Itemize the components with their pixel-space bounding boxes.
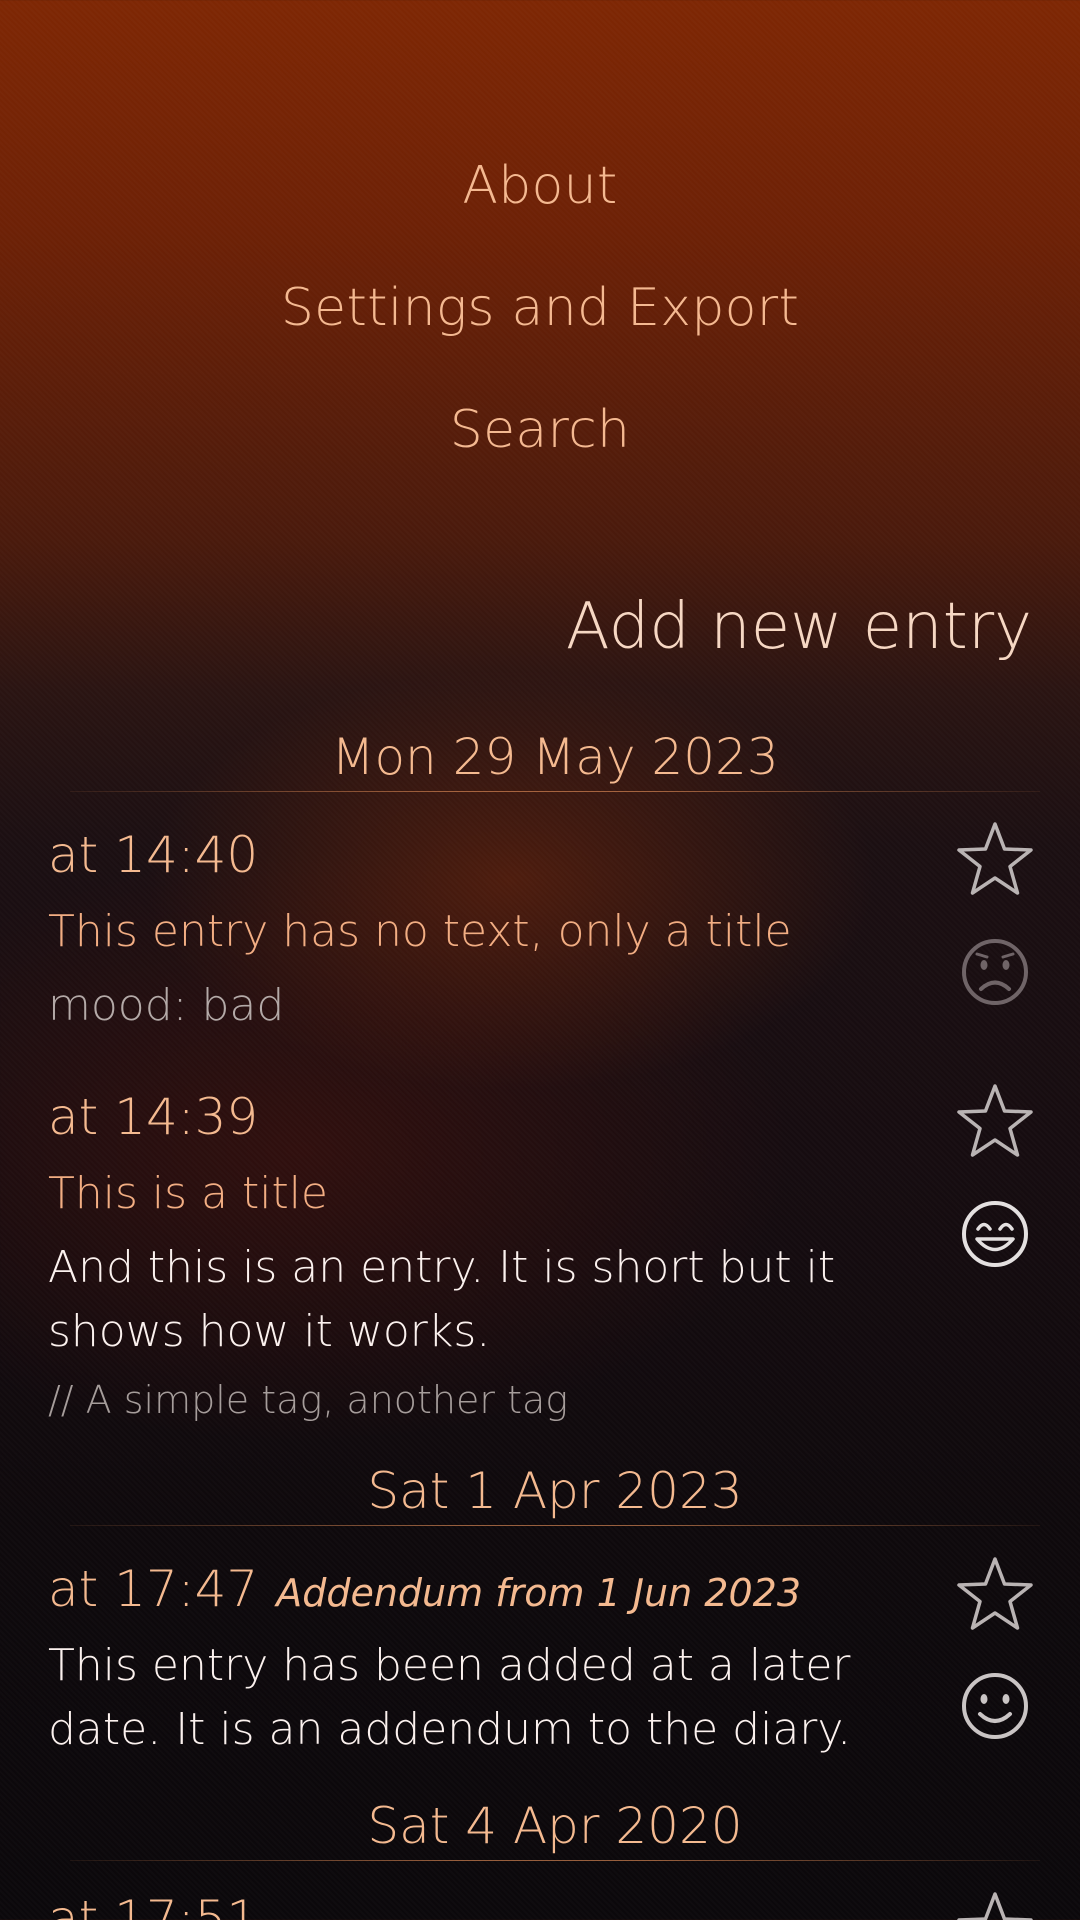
star-outline-icon[interactable]	[953, 1553, 1037, 1637]
mood-happy-icon	[953, 1192, 1037, 1276]
entry-time: at 14:39	[48, 1088, 259, 1146]
mood-good-icon	[953, 1664, 1037, 1748]
section-date-header: Sat 1 Apr 2023	[367, 1462, 743, 1520]
entry-time-row: at 17:47 Addendum from 1 Jun 2023	[48, 1560, 801, 1618]
mood-bad-icon	[953, 930, 1037, 1014]
menu-item-settings-and-export[interactable]: Settings and Export	[0, 278, 1080, 338]
entry-body: This entry has been added at a later dat…	[48, 1640, 852, 1755]
entry-mood-text: mood: bad	[48, 980, 285, 1031]
star-outline-icon[interactable]	[953, 1080, 1037, 1164]
entry-tags: // A simple tag, another tag	[48, 1378, 569, 1422]
menu-item-about[interactable]: About	[0, 156, 1080, 216]
entry-addendum-note: Addendum from 1 Jun 2023	[276, 1571, 801, 1615]
section-divider	[70, 1860, 1040, 1861]
menu-item-search[interactable]: Search	[0, 400, 1080, 460]
star-outline-icon[interactable]	[953, 818, 1037, 902]
entry-time: at 17:47	[48, 1560, 259, 1618]
entry-title: This is a title	[48, 1168, 329, 1219]
section-divider	[70, 791, 1040, 792]
star-outline-icon[interactable]	[953, 1888, 1037, 1920]
entry-body: And this is an entry. It is short but it…	[48, 1242, 836, 1357]
section-divider	[70, 1525, 1040, 1526]
add-new-entry-button[interactable]: Add new entry	[566, 590, 1032, 664]
entry-time: at 14:40	[48, 826, 259, 884]
entry-title: This entry has no text, only a title	[48, 906, 792, 957]
section-date-header: Sat 4 Apr 2020	[367, 1797, 743, 1855]
section-date-header: Mon 29 May 2023	[331, 728, 779, 786]
entry-time: at 17:51	[48, 1890, 259, 1920]
